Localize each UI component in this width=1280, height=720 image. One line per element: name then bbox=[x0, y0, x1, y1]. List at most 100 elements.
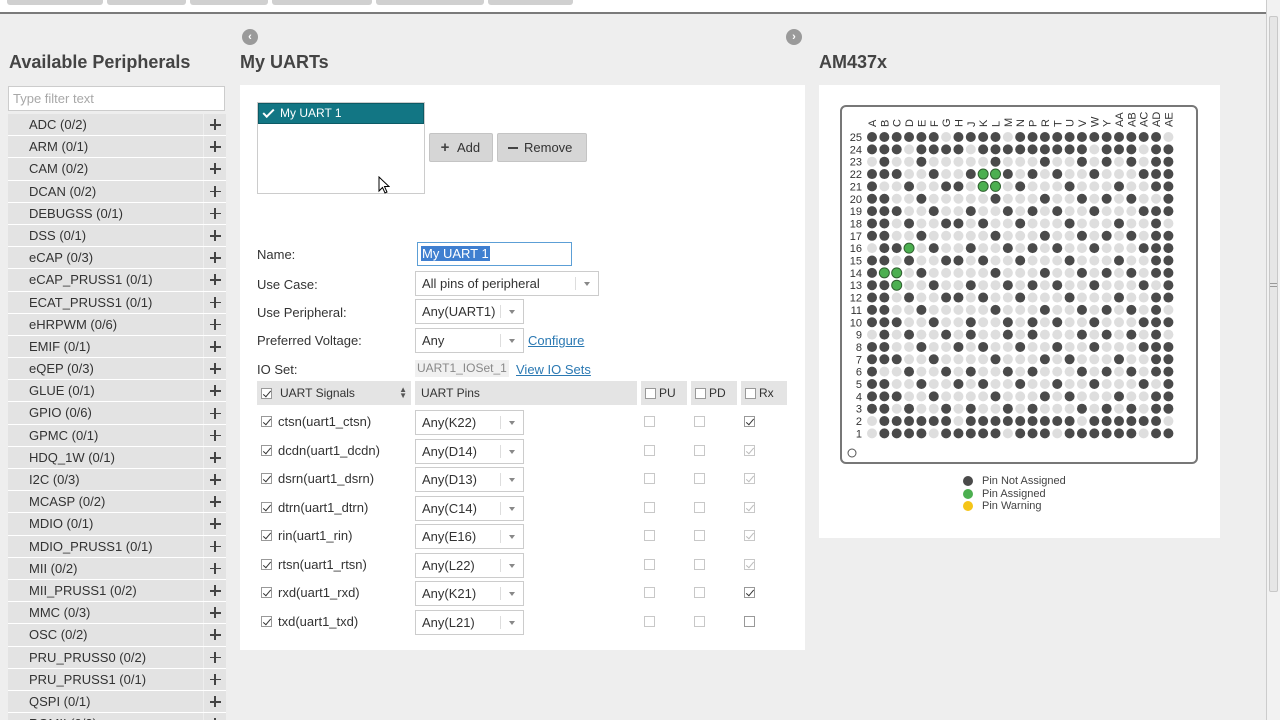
pin-N17[interactable] bbox=[1015, 230, 1026, 241]
add-peripheral-button[interactable] bbox=[204, 402, 226, 424]
pin-C25[interactable] bbox=[891, 132, 902, 142]
collapse-left-arrow-icon[interactable]: ‹ bbox=[242, 29, 258, 45]
pin-E10[interactable] bbox=[916, 317, 927, 328]
pin-V6[interactable] bbox=[1076, 366, 1087, 377]
pin-F25[interactable] bbox=[928, 132, 939, 142]
pin-AC5[interactable] bbox=[1138, 379, 1149, 389]
pin-AA7[interactable] bbox=[1114, 354, 1124, 365]
pin-R2[interactable] bbox=[1039, 416, 1050, 427]
pin-M25[interactable] bbox=[1002, 132, 1013, 142]
pin-G1[interactable] bbox=[941, 428, 952, 439]
pin-H25[interactable] bbox=[953, 132, 964, 142]
pin-C23[interactable] bbox=[891, 156, 902, 167]
pin-D1[interactable] bbox=[904, 428, 915, 439]
pin-AA24[interactable] bbox=[1114, 144, 1124, 155]
pin-P10[interactable] bbox=[1027, 317, 1038, 328]
pin-V10[interactable] bbox=[1076, 317, 1087, 328]
pin-B3[interactable] bbox=[879, 403, 890, 414]
pin-AD16[interactable] bbox=[1151, 243, 1162, 254]
pin-AD4[interactable] bbox=[1151, 391, 1162, 402]
pu-all-checkbox[interactable] bbox=[645, 387, 656, 399]
pin-W25[interactable] bbox=[1089, 132, 1100, 142]
pin-Y9[interactable] bbox=[1101, 329, 1112, 340]
pin-K17[interactable] bbox=[978, 230, 989, 241]
pin-R23[interactable] bbox=[1039, 156, 1050, 167]
pin-A16[interactable] bbox=[867, 243, 877, 254]
peripheral-item[interactable]: ECAT_PRUSS1 (0/1) bbox=[8, 291, 226, 314]
pin-L3[interactable] bbox=[990, 403, 1001, 414]
pin-N7[interactable] bbox=[1015, 354, 1026, 365]
signal-enable-checkbox[interactable] bbox=[261, 587, 272, 598]
pin-U25[interactable] bbox=[1064, 132, 1075, 142]
pin-AE8[interactable] bbox=[1163, 341, 1174, 352]
pin-W19[interactable] bbox=[1089, 206, 1100, 217]
pin-D7[interactable] bbox=[904, 354, 915, 365]
pin-H6[interactable] bbox=[953, 366, 964, 377]
pin-W12[interactable] bbox=[1089, 292, 1100, 303]
pin-P13[interactable] bbox=[1027, 280, 1038, 291]
pin-M4[interactable] bbox=[1002, 391, 1013, 402]
pin-Y21[interactable] bbox=[1101, 181, 1112, 192]
pin-F22[interactable] bbox=[928, 169, 939, 180]
pin-T10[interactable] bbox=[1052, 317, 1063, 328]
pin-N22[interactable] bbox=[1015, 169, 1026, 180]
pin-T16[interactable] bbox=[1052, 243, 1063, 254]
pin-B2[interactable] bbox=[879, 416, 890, 427]
pin-select[interactable]: Any(L21) bbox=[415, 609, 524, 635]
pin-C3[interactable] bbox=[891, 403, 902, 414]
rx-checkbox[interactable] bbox=[744, 444, 755, 456]
pin-A15[interactable] bbox=[867, 255, 877, 266]
pin-P3[interactable] bbox=[1027, 403, 1038, 414]
pin-G19[interactable] bbox=[941, 206, 952, 217]
pin-AA15[interactable] bbox=[1114, 255, 1124, 266]
pin-AA25[interactable] bbox=[1114, 132, 1124, 142]
pin-AE4[interactable] bbox=[1163, 391, 1174, 402]
pin-T25[interactable] bbox=[1052, 132, 1063, 142]
pin-K21[interactable] bbox=[977, 180, 989, 192]
pin-Y13[interactable] bbox=[1101, 280, 1112, 291]
pin-AC9[interactable] bbox=[1138, 329, 1149, 340]
pin-V17[interactable] bbox=[1076, 230, 1087, 241]
pin-select[interactable]: Any(C14) bbox=[415, 495, 524, 521]
peripheral-item[interactable]: MDIO (0/1) bbox=[8, 513, 226, 536]
pin-A11[interactable] bbox=[867, 304, 877, 315]
pin-U24[interactable] bbox=[1064, 144, 1075, 155]
pin-Y15[interactable] bbox=[1101, 255, 1112, 266]
pin-Y1[interactable] bbox=[1101, 428, 1112, 439]
pin-T24[interactable] bbox=[1052, 144, 1063, 155]
pin-M10[interactable] bbox=[1002, 317, 1013, 328]
pin-H9[interactable] bbox=[953, 329, 964, 340]
pin-H11[interactable] bbox=[953, 304, 964, 315]
pin-C5[interactable] bbox=[891, 379, 902, 389]
pd-checkbox[interactable] bbox=[694, 587, 705, 598]
pin-D15[interactable] bbox=[904, 255, 915, 266]
pin-T6[interactable] bbox=[1052, 366, 1063, 377]
signal-enable-checkbox[interactable] bbox=[261, 416, 272, 427]
pin-B8[interactable] bbox=[879, 341, 890, 352]
add-peripheral-button[interactable] bbox=[204, 224, 226, 247]
pin-K18[interactable] bbox=[978, 218, 989, 229]
pin-T9[interactable] bbox=[1052, 329, 1063, 340]
pin-D18[interactable] bbox=[904, 218, 915, 229]
pin-AA17[interactable] bbox=[1114, 230, 1124, 241]
pin-AE9[interactable] bbox=[1163, 329, 1174, 340]
pin-W13[interactable] bbox=[1089, 280, 1100, 291]
pin-J2[interactable] bbox=[965, 416, 976, 427]
voltage-select[interactable]: Any bbox=[415, 328, 524, 353]
pin-H16[interactable] bbox=[953, 243, 964, 254]
pin-V9[interactable] bbox=[1076, 329, 1087, 340]
pin-H24[interactable] bbox=[953, 144, 964, 155]
pin-J20[interactable] bbox=[965, 193, 976, 204]
pd-checkbox[interactable] bbox=[694, 615, 705, 627]
add-peripheral-button[interactable] bbox=[204, 380, 226, 402]
add-peripheral-button[interactable] bbox=[204, 269, 226, 291]
pin-W11[interactable] bbox=[1089, 304, 1100, 315]
pin-AC15[interactable] bbox=[1138, 255, 1149, 266]
pin-G14[interactable] bbox=[941, 267, 952, 278]
pin-K5[interactable] bbox=[978, 379, 989, 389]
pin-AD18[interactable] bbox=[1151, 218, 1162, 229]
pin-Y22[interactable] bbox=[1101, 169, 1112, 180]
add-peripheral-button[interactable] bbox=[204, 579, 226, 602]
pin-AE19[interactable] bbox=[1163, 206, 1174, 217]
pin-AB4[interactable] bbox=[1126, 391, 1137, 402]
